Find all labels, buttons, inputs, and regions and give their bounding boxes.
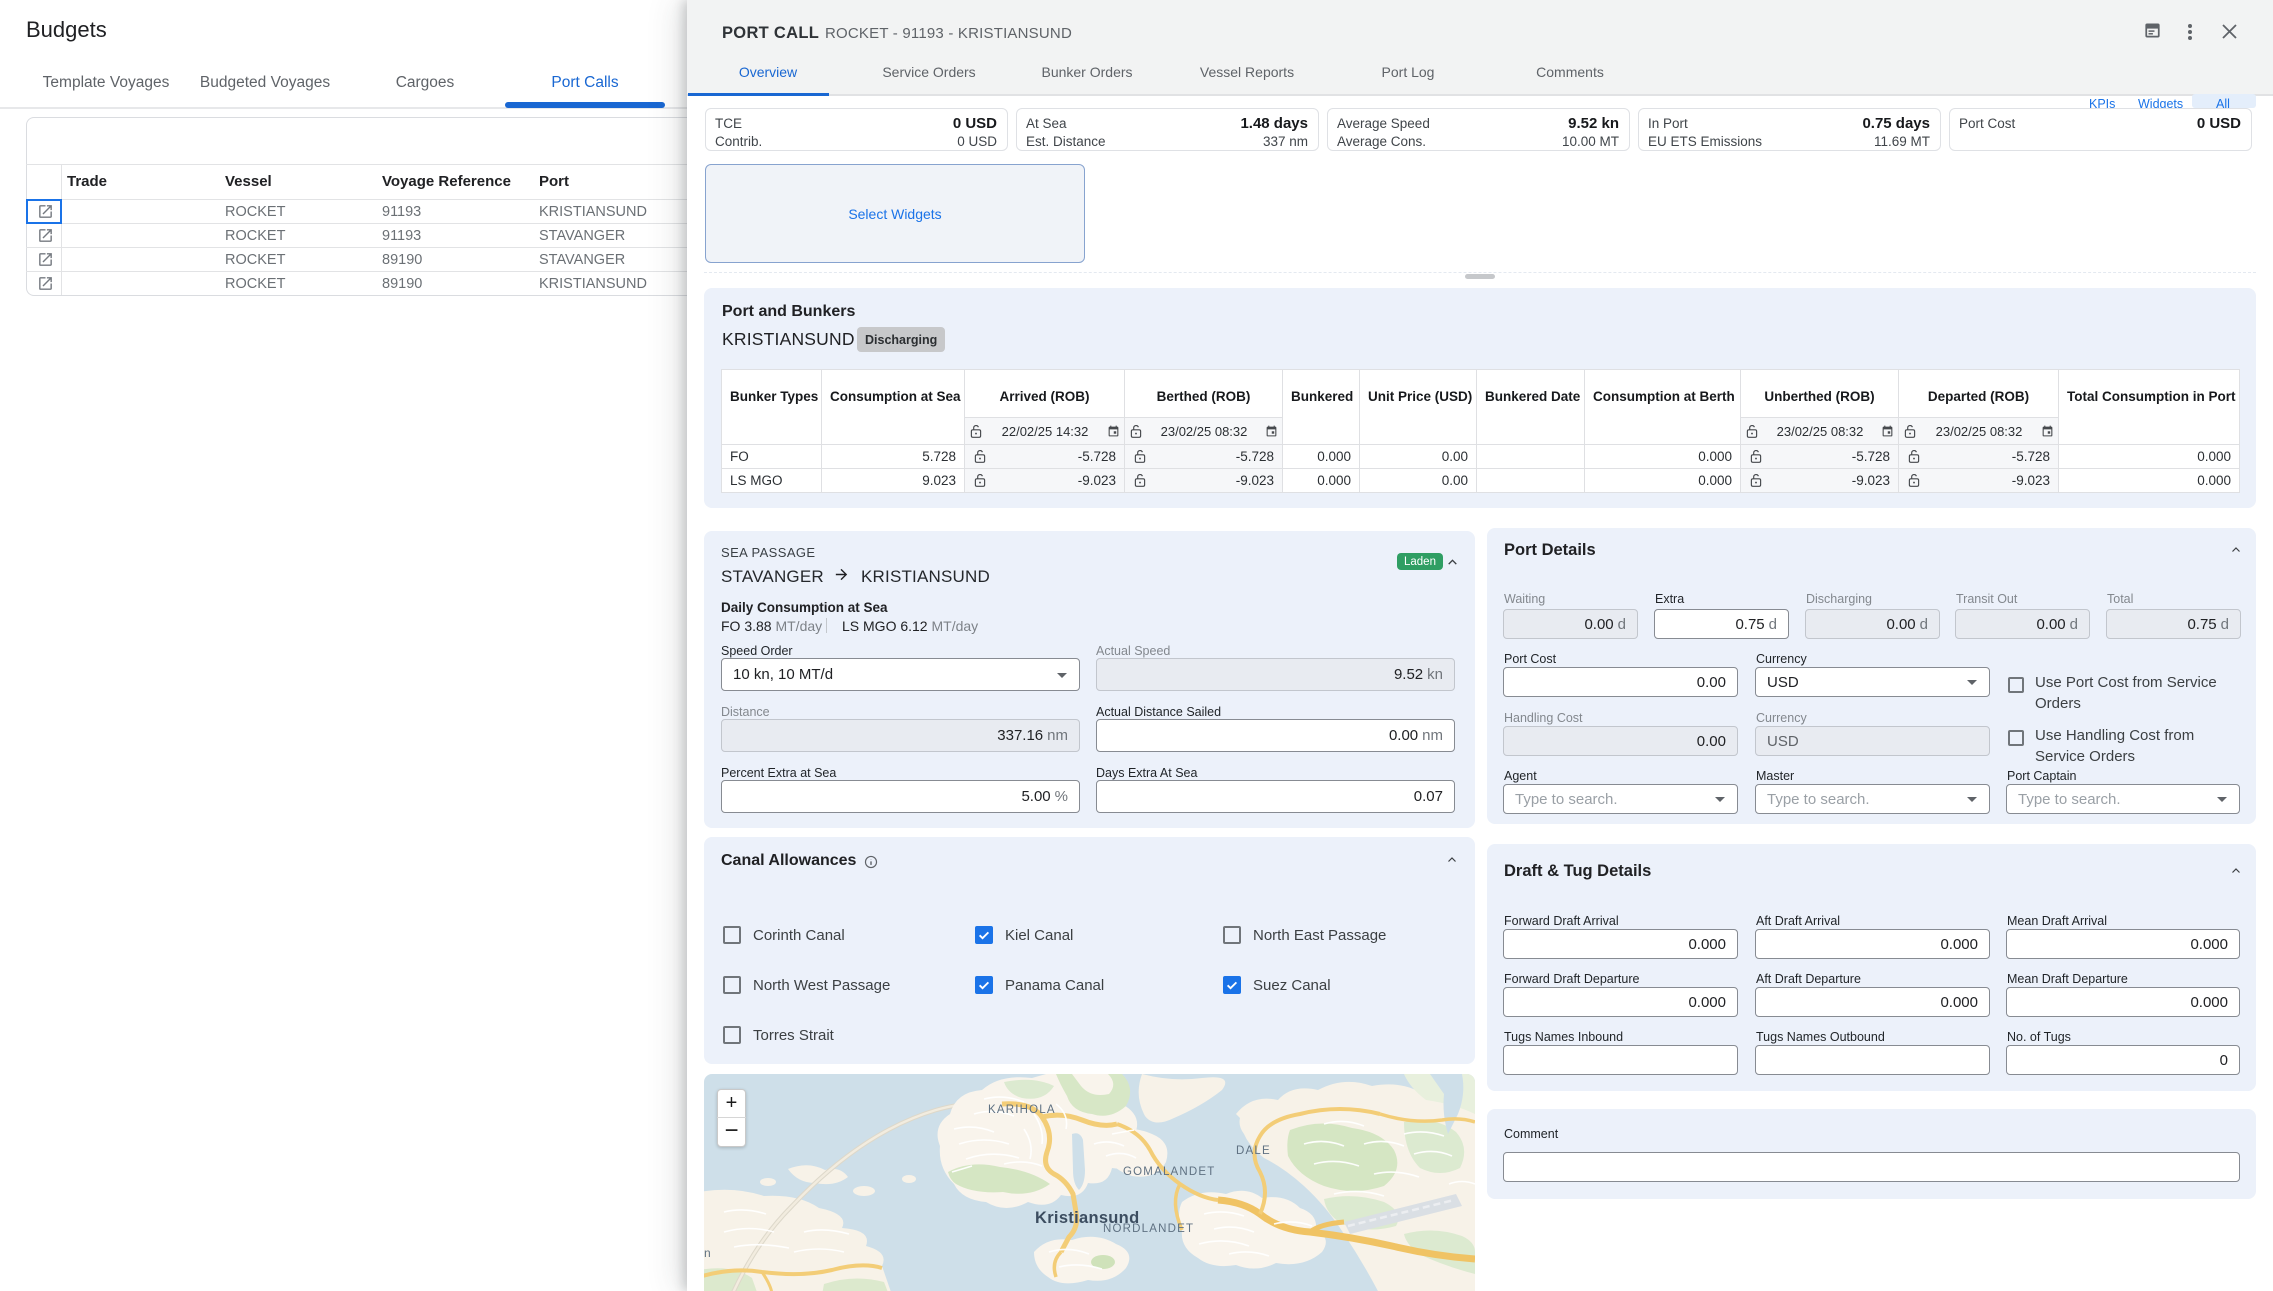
svg-text:n: n bbox=[704, 1246, 711, 1260]
svg-text:NORDLANDET: NORDLANDET bbox=[1103, 1223, 1194, 1235]
svg-text:DALE: DALE bbox=[1236, 1145, 1271, 1157]
svg-text:KARIHOLA: KARIHOLA bbox=[988, 1104, 1056, 1116]
svg-text:GOMALANDET: GOMALANDET bbox=[1123, 1166, 1216, 1178]
